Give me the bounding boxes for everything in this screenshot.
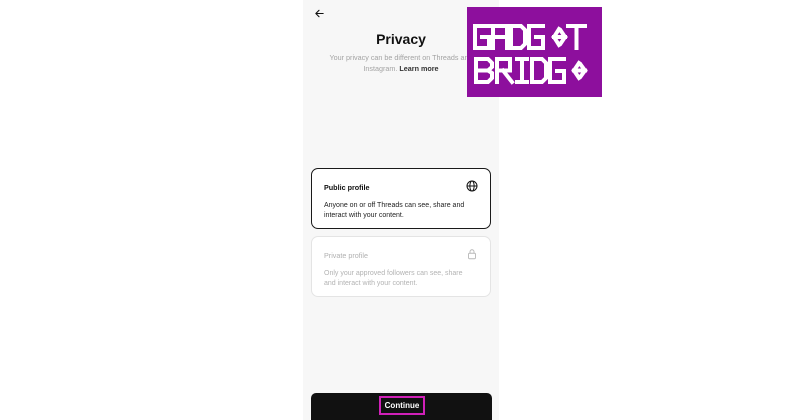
private-profile-option[interactable]: Private profile Only your approved follo… [311, 236, 491, 297]
privacy-subtitle: Your privacy can be different on Threads… [321, 53, 481, 74]
lock-icon [468, 249, 476, 260]
option-title: Private profile [324, 251, 368, 260]
highlight-box: Continue [379, 396, 425, 415]
logo-wordmark [473, 24, 588, 85]
public-profile-option[interactable]: Public profile Anyone on or off Threads … [311, 168, 491, 229]
gadgetbridge-logo [467, 7, 602, 97]
continue-button[interactable]: Continue [311, 393, 492, 420]
back-button[interactable] [310, 4, 328, 22]
learn-more-link[interactable]: Learn more [399, 64, 438, 73]
arrow-left-icon [314, 9, 324, 17]
option-description: Anyone on or off Threads can see, share … [324, 202, 465, 219]
continue-label: Continue [384, 401, 420, 410]
globe-icon [466, 180, 478, 192]
option-title: Public profile [324, 183, 370, 192]
option-description: Only your approved followers can see, sh… [324, 270, 463, 287]
